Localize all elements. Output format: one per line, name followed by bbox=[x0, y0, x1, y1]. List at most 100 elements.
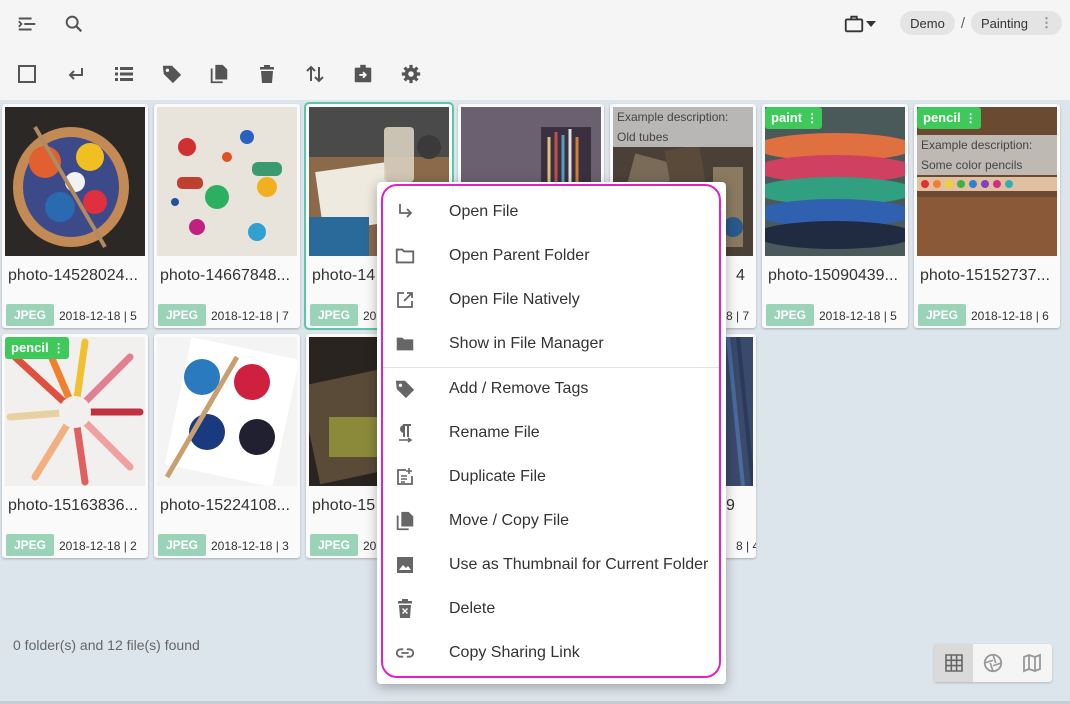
aperture-view-icon[interactable] bbox=[973, 644, 1012, 682]
search-icon[interactable] bbox=[62, 12, 86, 36]
briefcase-icon bbox=[844, 15, 864, 33]
menu-item-use-as-thumbnail[interactable]: Use as Thumbnail for Current Folder bbox=[377, 543, 726, 587]
file-type-badge: JPEG bbox=[6, 304, 55, 326]
tag-menu-icon[interactable]: ⋮ bbox=[53, 341, 65, 355]
list-icon[interactable] bbox=[112, 62, 136, 86]
file-description: Example description: Old tubes bbox=[613, 107, 753, 147]
file-card[interactable]: paint ⋮ photo-15090439... JPEG 2018-12-18… bbox=[762, 104, 908, 328]
description-line: Some color pencils bbox=[921, 158, 1023, 172]
sort-icon[interactable] bbox=[303, 62, 327, 86]
thumbnail bbox=[157, 337, 297, 486]
tag-menu-icon[interactable]: ⋮ bbox=[806, 111, 818, 125]
menu-item-duplicate[interactable]: Duplicate File bbox=[377, 455, 726, 499]
file-card[interactable]: photo-14667848... JPEG 2018-12-18 | 7 bbox=[154, 104, 300, 328]
file-type-badge: JPEG bbox=[766, 304, 815, 326]
thumbnail bbox=[5, 337, 145, 486]
more-vert-icon[interactable]: ⋮ bbox=[1040, 15, 1053, 31]
thumbnail bbox=[5, 107, 145, 256]
delete-icon[interactable] bbox=[255, 62, 279, 86]
image-icon bbox=[393, 553, 417, 577]
menu-item-open-file[interactable]: Open File bbox=[377, 190, 726, 234]
menu-item-open-parent-folder[interactable]: Open Parent Folder bbox=[377, 234, 726, 278]
menu-item-rename[interactable]: Rename File bbox=[377, 411, 726, 455]
menu-item-move-copy[interactable]: Move / Copy File bbox=[377, 499, 726, 543]
file-type-badge: JPEG bbox=[158, 534, 207, 556]
thumbnail bbox=[765, 107, 905, 256]
breadcrumb-demo[interactable]: Demo bbox=[900, 11, 955, 35]
file-meta: 20 bbox=[363, 539, 377, 553]
tag-chip-pencil[interactable]: pencil ⋮ bbox=[5, 337, 69, 359]
copy-icon bbox=[393, 509, 417, 533]
menu-item-label: Rename File bbox=[449, 424, 540, 441]
menu-item-label: Move / Copy File bbox=[449, 512, 570, 529]
file-meta: 2018-12-18 | 3 bbox=[211, 539, 289, 553]
caret-down-icon bbox=[866, 21, 876, 27]
file-meta: 2018-12-18 | 5 bbox=[59, 309, 137, 323]
file-card[interactable]: photo-15224108... JPEG 2018-12-18 | 3 bbox=[154, 334, 300, 558]
menu-item-label: Show in File Manager bbox=[449, 335, 604, 352]
menu-item-open-natively[interactable]: Open File Natively bbox=[377, 278, 726, 322]
file-meta: 2018-12-18 | 6 bbox=[971, 309, 1049, 323]
move-icon[interactable] bbox=[351, 62, 375, 86]
menu-toggle-icon[interactable] bbox=[15, 12, 39, 36]
toolbar bbox=[0, 48, 1070, 100]
tag-icon bbox=[393, 377, 417, 401]
tag-chip-pencil[interactable]: pencil ⋮ bbox=[917, 107, 981, 129]
settings-icon[interactable] bbox=[399, 62, 423, 86]
file-name: photo-15152737... bbox=[920, 267, 1050, 284]
file-type-badge: JPEG bbox=[918, 304, 967, 326]
top-bar: Demo / Painting ⋮ bbox=[0, 0, 1070, 48]
breadcrumb-painting[interactable]: Painting ⋮ bbox=[971, 11, 1062, 35]
map-view-icon[interactable] bbox=[1012, 644, 1051, 682]
select-all-icon[interactable] bbox=[15, 62, 39, 86]
folder-icon bbox=[393, 332, 417, 356]
file-card[interactable]: Example description: Some color pencils p… bbox=[914, 104, 1060, 328]
menu-item-label: Duplicate File bbox=[449, 468, 546, 485]
tag-label: paint bbox=[771, 110, 803, 125]
tag-menu-icon[interactable]: ⋮ bbox=[965, 111, 977, 125]
menu-item-copy-sharing-link[interactable]: Copy Sharing Link bbox=[377, 631, 726, 675]
menu-item-label: Use as Thumbnail for Current Folder bbox=[449, 556, 709, 573]
file-meta: 2018-12-18 | 7 bbox=[211, 309, 289, 323]
breadcrumb-painting-label: Painting bbox=[981, 15, 1028, 31]
file-meta: 8 | 4 bbox=[736, 539, 756, 553]
menu-item-label: Open Parent Folder bbox=[449, 247, 590, 264]
link-icon bbox=[393, 641, 417, 665]
file-card[interactable]: photo-14528024... JPEG 2018-12-18 | 5 bbox=[2, 104, 148, 328]
context-menu: Open File Open Parent Folder Open File N… bbox=[377, 182, 726, 684]
view-mode-switcher bbox=[934, 644, 1052, 682]
tag-icon[interactable] bbox=[160, 62, 184, 86]
tag-label: pencil bbox=[11, 340, 49, 355]
description-line: Old tubes bbox=[617, 130, 669, 144]
menu-item-label: Copy Sharing Link bbox=[449, 644, 580, 661]
file-description: Example description: Some color pencils bbox=[917, 135, 1057, 175]
breadcrumb-demo-label: Demo bbox=[910, 15, 945, 31]
thumbnail bbox=[157, 107, 297, 256]
open-file-icon bbox=[393, 200, 417, 224]
copy-icon[interactable] bbox=[207, 62, 231, 86]
tag-label: pencil bbox=[923, 110, 961, 125]
menu-item-show-in-file-manager[interactable]: Show in File Manager bbox=[377, 322, 726, 366]
file-name: photo-15163836... bbox=[8, 497, 138, 514]
open-external-icon bbox=[393, 288, 417, 312]
breadcrumb-separator: / bbox=[960, 14, 966, 32]
menu-item-tags[interactable]: Add / Remove Tags bbox=[377, 367, 726, 411]
file-card[interactable]: pencil ⋮ photo-15163836... JPEG 2018-12-1… bbox=[2, 334, 148, 558]
folder-outline-icon bbox=[393, 244, 417, 268]
file-name: photo-15090439... bbox=[768, 267, 898, 284]
menu-item-label: Open File Natively bbox=[449, 291, 580, 308]
return-icon[interactable] bbox=[64, 62, 88, 86]
file-meta: 2018-12-18 | 5 bbox=[819, 309, 897, 323]
thumbnail bbox=[917, 107, 1057, 256]
tag-chip-paint[interactable]: paint ⋮ bbox=[765, 107, 823, 129]
description-line: Example description: bbox=[921, 138, 1033, 152]
briefcase-dropdown[interactable] bbox=[838, 12, 882, 36]
file-meta: 2018-12-18 | 2 bbox=[59, 539, 137, 553]
menu-item-delete[interactable]: Delete bbox=[377, 587, 726, 631]
description-line: Example description: bbox=[617, 110, 729, 124]
grid-view-icon[interactable] bbox=[934, 644, 973, 682]
menu-item-label: Open File bbox=[449, 203, 519, 220]
duplicate-icon bbox=[393, 465, 417, 489]
menu-item-label: Delete bbox=[449, 600, 496, 617]
file-meta: 20 bbox=[363, 309, 377, 323]
